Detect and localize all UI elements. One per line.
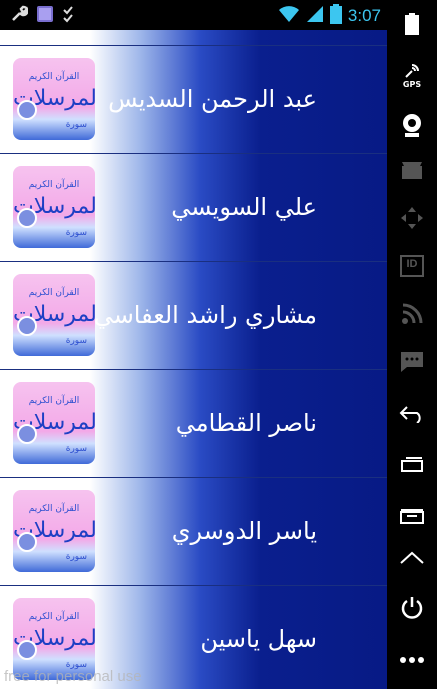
sms-icon[interactable] — [387, 342, 437, 382]
surah-thumbnail: القرآن الكريم المرسلات سورة — [13, 490, 95, 572]
thumbnail-bottom-text: سورة — [65, 336, 87, 346]
gallery-icon — [36, 5, 54, 27]
wifi-icon — [278, 5, 300, 27]
checklist-icon — [62, 5, 80, 27]
thumbnail-top-text: القرآن الكريم — [28, 288, 80, 298]
list-item[interactable] — [0, 30, 387, 46]
back-icon[interactable] — [387, 394, 437, 434]
rss-icon[interactable] — [387, 294, 437, 334]
thumbnail-top-text: القرآن الكريم — [28, 504, 80, 514]
list-item[interactable]: القرآن الكريم المرسلات سورة عبد الرحمن السد… — [0, 46, 387, 154]
gps-icon[interactable]: GPS — [387, 56, 437, 96]
thumbnail-bottom-text: سورة — [65, 552, 87, 562]
status-bar: 3:07 — [0, 0, 387, 30]
thumbnail-bottom-text: سورة — [65, 228, 87, 238]
thumbnail-top-text: القرآن الكريم — [28, 72, 80, 82]
menu-icon[interactable] — [387, 538, 437, 578]
thumbnail-top-text: القرآن الكريم — [28, 396, 80, 406]
thumbnail-top-text: القرآن الكريم — [28, 612, 80, 622]
dpad-icon[interactable] — [387, 198, 437, 238]
power-icon[interactable] — [387, 588, 437, 628]
battery-status-icon — [329, 4, 342, 28]
star-ornament-icon — [17, 424, 37, 444]
reciter-name: سهل ياسين — [200, 625, 317, 653]
surah-thumbnail: القرآن الكريم المرسلات سورة — [13, 274, 95, 356]
star-ornament-icon — [17, 100, 37, 120]
thumbnail-bottom-text: سورة — [65, 444, 87, 454]
recent-apps-icon[interactable] — [387, 496, 437, 536]
side-navigation-bar: GPS ID — [387, 0, 437, 689]
wrench-icon — [10, 5, 29, 27]
home-icon[interactable] — [387, 444, 437, 484]
reciter-list[interactable]: القرآن الكريم المرسلات سورة عبد الرحمن السد… — [0, 30, 387, 689]
watermark: free for personal use — [4, 668, 142, 685]
reciter-name: مشاري راشد العفاسي — [93, 301, 317, 329]
reciter-name: ناصر القطامي — [175, 409, 317, 437]
list-item[interactable]: القرآن الكريم المرسلات سورة ناصر القطامي — [0, 370, 387, 478]
id-icon[interactable]: ID — [387, 246, 437, 286]
thumbnail-top-text: القرآن الكريم — [28, 180, 80, 190]
webcam-icon[interactable] — [387, 106, 437, 146]
reciter-name: عبد الرحمن السديس — [108, 85, 317, 113]
surah-thumbnail: القرآن الكريم المرسلات سورة — [13, 58, 95, 140]
battery-icon[interactable] — [387, 4, 437, 44]
list-item[interactable]: القرآن الكريم المرسلات سورة مشاري راشد العف… — [0, 262, 387, 370]
signal-icon — [306, 5, 324, 27]
gps-label: GPS — [402, 80, 422, 89]
surah-thumbnail: القرآن الكريم المرسلات سورة — [13, 166, 95, 248]
app-screen: 3:07 القرآن الكريم المرسلات سورة عبد الرحمن… — [0, 0, 387, 689]
reciter-name: علي السويسي — [171, 193, 317, 221]
video-icon[interactable] — [387, 150, 437, 190]
clock: 3:07 — [347, 6, 381, 25]
thumbnail-bottom-text: سورة — [65, 120, 87, 130]
list-item[interactable]: القرآن الكريم المرسلات سورة علي السويسي — [0, 154, 387, 262]
star-ornament-icon — [17, 208, 37, 228]
surah-thumbnail: القرآن الكريم المرسلات سورة — [13, 382, 95, 464]
star-ornament-icon — [17, 532, 37, 552]
id-label: ID — [406, 258, 418, 270]
star-ornament-icon — [17, 640, 37, 660]
more-icon[interactable] — [387, 640, 437, 680]
star-ornament-icon — [17, 316, 37, 336]
list-item[interactable]: القرآن الكريم المرسلات سورة ياسر الدوسري — [0, 478, 387, 586]
reciter-name: ياسر الدوسري — [171, 517, 317, 545]
